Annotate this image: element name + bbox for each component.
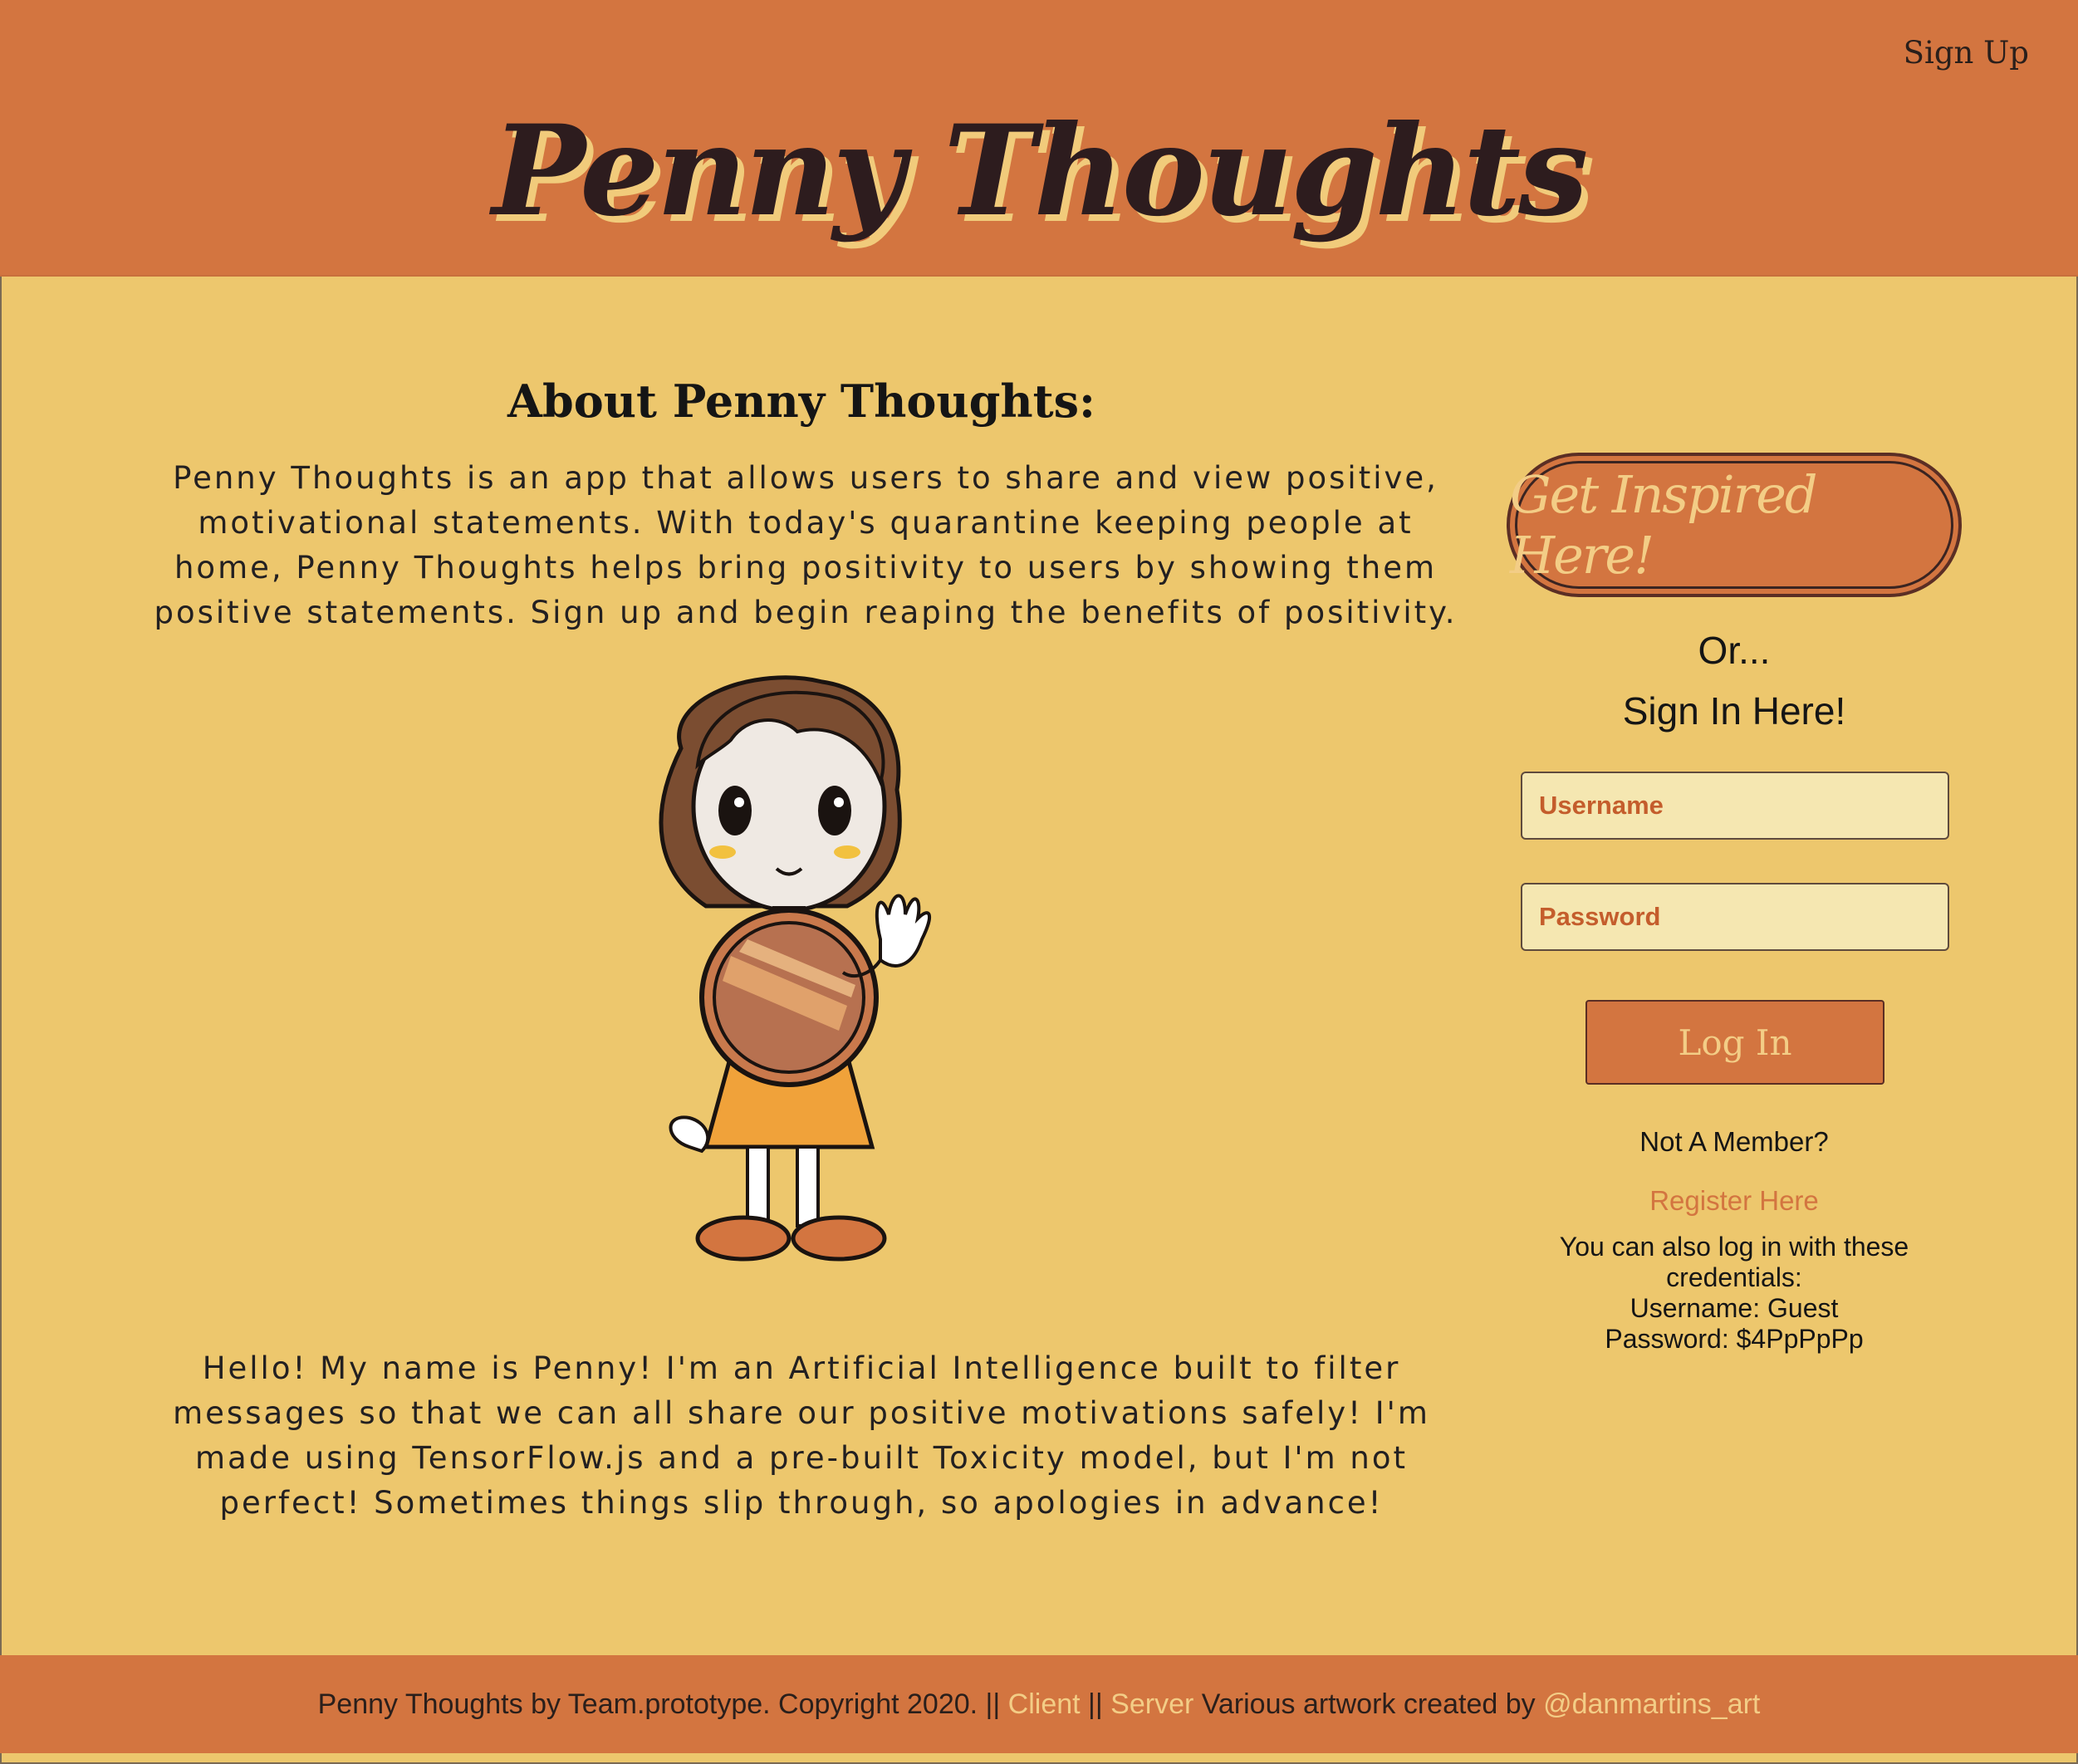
get-inspired-button[interactable]: Get Inspired Here! — [1507, 453, 1962, 597]
register-link[interactable]: Register Here — [1507, 1185, 1962, 1217]
creds-username: Username: Guest — [1630, 1293, 1839, 1323]
guest-credentials: You can also log in with these credentia… — [1507, 1232, 1962, 1355]
about-text: Penny Thoughts is an app that allows use… — [154, 460, 1458, 630]
creds-password: Password: $4PpPpPp — [1605, 1324, 1864, 1354]
artist-link[interactable]: @danmartins_art — [1543, 1688, 1760, 1721]
brand-logo: Penny Thoughts — [492, 98, 1588, 244]
about-title: About Penny Thoughts: — [507, 375, 1095, 428]
client-link[interactable]: Client — [1008, 1688, 1081, 1721]
username-input[interactable] — [1521, 772, 1949, 840]
inspire-button-label: Get Inspired Here! — [1510, 464, 1818, 586]
footer-copyright: Penny Thoughts by Team.prototype. Copyri… — [317, 1688, 1008, 1720]
password-input[interactable] — [1521, 883, 1949, 951]
creds-intro: You can also log in with these credentia… — [1559, 1232, 1909, 1292]
login-button[interactable]: Log In — [1585, 1000, 1884, 1085]
signup-link[interactable]: Sign Up — [1904, 35, 2029, 71]
server-link[interactable]: Server — [1110, 1688, 1193, 1721]
not-member-text: Not A Member? — [1639, 1126, 1829, 1157]
footer-separator: || — [1080, 1688, 1111, 1720]
or-text: Or... — [1698, 629, 1771, 672]
penny-character-illustration — [659, 675, 932, 1262]
signin-heading: Sign In Here! — [1622, 689, 1846, 733]
header: Sign Up Penny Thoughts — [0, 0, 2078, 277]
footer: Penny Thoughts by Team.prototype. Copyri… — [0, 1655, 2078, 1753]
main-content: About Penny Thoughts: Penny Thoughts is … — [0, 275, 2078, 1655]
bot-description: Hello! My name is Penny! I'm an Artifici… — [173, 1350, 1430, 1521]
footer-artwork-text: Various artwork created by — [1193, 1688, 1544, 1720]
